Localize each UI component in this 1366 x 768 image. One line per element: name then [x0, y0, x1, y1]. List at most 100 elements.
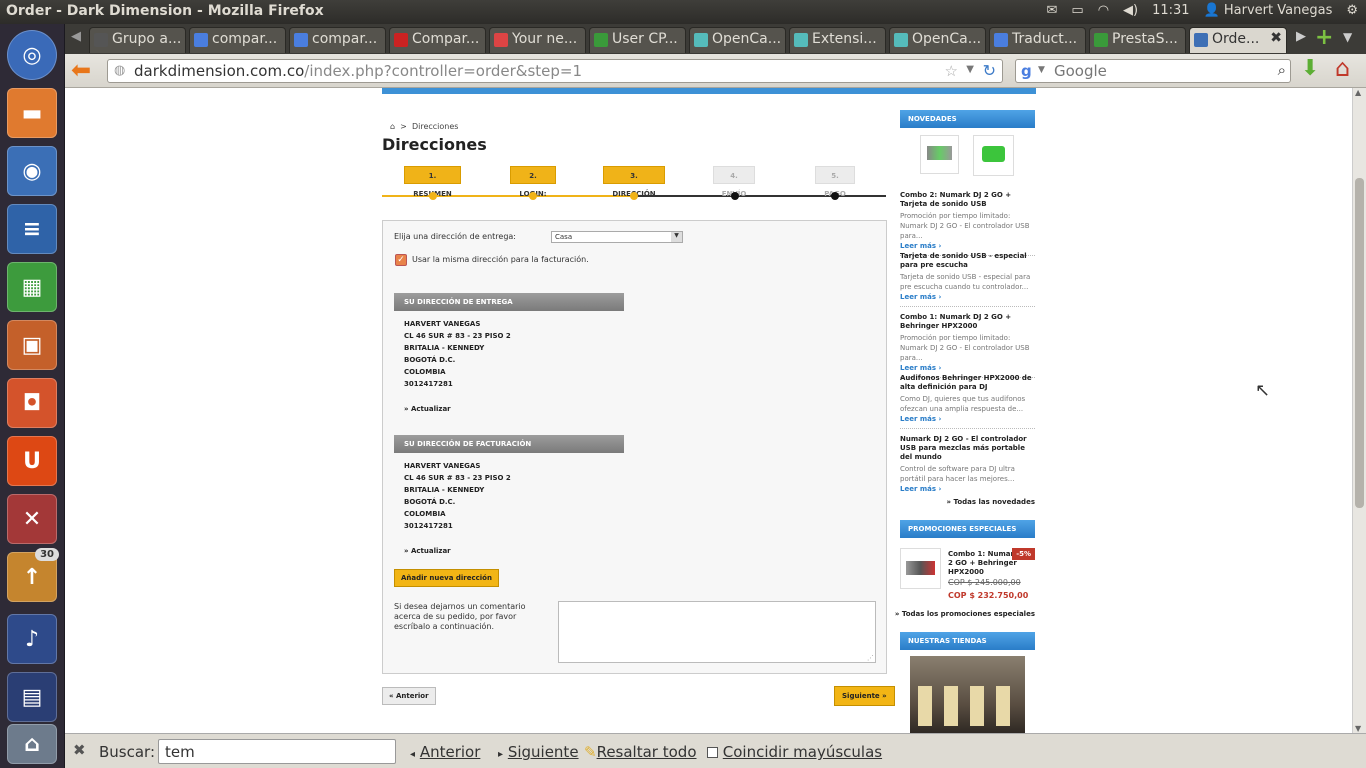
new-product-title[interactable]: Combo 2: Numark DJ 2 GO + Tarjeta de son…	[900, 191, 1035, 209]
match-case-checkbox[interactable]: Coincidir mayúsculas	[707, 743, 882, 761]
battery-icon[interactable]: ▭	[1071, 3, 1083, 18]
tab-10[interactable]: Traduct...	[989, 27, 1086, 53]
writer-icon[interactable]: ≡	[7, 204, 57, 254]
search-bar[interactable]: g ▼ Google ⌕	[1015, 59, 1291, 83]
vertical-scrollbar[interactable]: ▲ ▼	[1352, 88, 1366, 733]
gear-icon[interactable]: ⚙	[1346, 3, 1358, 18]
search-icon[interactable]: ⌕	[1278, 61, 1286, 79]
next-button[interactable]: Siguiente »	[834, 686, 895, 706]
downloads-icon[interactable]: ⬇	[1301, 56, 1319, 81]
step-envio: 4. ENVÍO	[713, 166, 755, 198]
close-findbar-icon[interactable]: ✖	[73, 741, 86, 759]
home-icon[interactable]: ⌂	[390, 122, 395, 131]
close-tab-icon[interactable]: ✖	[1270, 30, 1282, 46]
store-photo[interactable]	[910, 656, 1025, 733]
step-login[interactable]: 2. LOGIN:	[510, 166, 556, 198]
product-image	[927, 146, 952, 160]
update-billing-link[interactable]: » Actualizar	[404, 547, 451, 555]
home-icon[interactable]: ⌂	[1335, 54, 1350, 82]
ubuntu-dash-icon[interactable]: ◎	[7, 30, 57, 80]
darkdimension-icon	[1194, 33, 1208, 47]
new-product-title[interactable]: Tarjeta de sonido USB - especial para pr…	[900, 252, 1035, 270]
store-window	[944, 686, 958, 726]
files-icon[interactable]: ▬	[7, 88, 57, 138]
scroll-down-icon[interactable]: ▼	[1355, 724, 1361, 733]
read-more-link[interactable]: Leer más ›	[900, 415, 1035, 423]
special-offers-heading[interactable]: PROMOCIONES ESPECIALES	[900, 520, 1035, 538]
new-product-title[interactable]: Audifonos Behringer HPX2000 de alta defi…	[900, 374, 1035, 392]
our-stores-heading[interactable]: NUESTRAS TIENDAS	[900, 632, 1035, 650]
ubuntu-one-icon[interactable]: U	[7, 436, 57, 486]
read-more-link[interactable]: Leer más ›	[900, 242, 1035, 250]
all-new-products-link[interactable]: » Todas las novedades	[947, 498, 1035, 506]
product-thumb-2[interactable]	[973, 135, 1014, 176]
tab-9[interactable]: OpenCa...	[889, 27, 986, 53]
product-thumb-1[interactable]	[920, 135, 959, 174]
engine-dropdown-icon[interactable]: ▼	[1038, 65, 1045, 75]
system-settings-icon[interactable]: ✕	[7, 494, 57, 544]
mouse-cursor-icon: ↖	[1255, 380, 1271, 401]
software-center-icon[interactable]: ◘	[7, 378, 57, 428]
step-resumen[interactable]: 1. RESUMEN	[404, 166, 461, 198]
tab-4[interactable]: Compar...	[389, 27, 486, 53]
search-engine-icon[interactable]: g	[1021, 62, 1032, 80]
site-identity-icon[interactable]: ◍	[114, 63, 125, 78]
resize-handle-icon[interactable]: ⋰	[867, 654, 874, 662]
new-products-heading[interactable]: NOVEDADES	[900, 110, 1035, 128]
update-delivery-link[interactable]: » Actualizar	[404, 405, 451, 413]
user-menu[interactable]: 👤 Harvert Vanegas	[1204, 3, 1333, 18]
same-address-checkbox[interactable]: ✓	[395, 254, 407, 266]
read-more-link[interactable]: Leer más ›	[900, 364, 1035, 372]
volume-icon[interactable]: ◀)	[1123, 3, 1138, 18]
scroll-up-icon[interactable]: ▲	[1355, 88, 1361, 97]
tab-6[interactable]: User CP...	[589, 27, 686, 53]
add-address-button[interactable]: Añadir nueva dirección	[394, 569, 499, 587]
tab-5[interactable]: Your ne...	[489, 27, 586, 53]
new-tab-icon[interactable]: +	[1315, 25, 1333, 50]
address-select[interactable]: Casa ▼	[551, 231, 683, 243]
new-product-title[interactable]: Numark DJ 2 GO - El controlador USB para…	[900, 435, 1035, 462]
address-line: HARVERT VANEGAS	[404, 320, 481, 328]
window-title: Order - Dark Dimension - Mozilla Firefox	[6, 3, 324, 19]
calc-icon[interactable]: ▦	[7, 262, 57, 312]
history-dropdown-icon[interactable]: ▼	[966, 64, 974, 75]
scrollbar-thumb[interactable]	[1355, 178, 1364, 508]
wifi-icon[interactable]: ◠	[1098, 3, 1109, 18]
terminal-icon[interactable]: ♪	[7, 614, 57, 664]
read-more-link[interactable]: Leer más ›	[900, 293, 1035, 301]
tab-1[interactable]: Grupo a...	[89, 27, 186, 53]
prev-button[interactable]: « Anterior	[382, 687, 436, 705]
read-more-link[interactable]: Leer más ›	[900, 485, 1035, 493]
find-next-button[interactable]: ▸ Siguiente	[498, 743, 579, 761]
tab-8[interactable]: Extensi...	[789, 27, 886, 53]
trash-icon[interactable]: ⌂	[7, 724, 57, 764]
comment-textarea[interactable]: ⋰	[558, 601, 876, 663]
tab-2[interactable]: compar...	[189, 27, 286, 53]
update-count-badge: 30	[35, 548, 59, 561]
tab-7[interactable]: OpenCa...	[689, 27, 786, 53]
back-arrow-icon[interactable]: ⬅	[71, 56, 91, 84]
generic-page-icon	[94, 33, 108, 47]
tab-list-icon[interactable]: ▼	[1343, 30, 1352, 44]
firefox-icon[interactable]: ◉	[7, 146, 57, 196]
impress-icon[interactable]: ▣	[7, 320, 57, 370]
mail-icon[interactable]: ✉	[1046, 3, 1057, 18]
tab-scroll-left-icon[interactable]: ◀	[71, 29, 81, 44]
bookmark-star-icon[interactable]: ☆	[945, 62, 958, 80]
workspace-switcher-icon[interactable]: ▤	[7, 672, 57, 722]
find-input[interactable]: tem	[158, 739, 396, 764]
reload-icon[interactable]: ↻	[983, 61, 996, 80]
promo-thumb[interactable]	[900, 548, 941, 589]
new-product-title[interactable]: Combo 1: Numark DJ 2 GO + Behringer HPX2…	[900, 313, 1035, 331]
highlight-all-button[interactable]: ✎Resaltar todo	[584, 743, 697, 761]
tab-3[interactable]: compar...	[289, 27, 386, 53]
google-icon	[194, 33, 208, 47]
clock[interactable]: 11:31	[1152, 3, 1189, 18]
update-manager-icon[interactable]: ↑ 30	[7, 548, 59, 602]
tab-scroll-right-icon[interactable]: ▶	[1296, 29, 1306, 44]
url-bar[interactable]: ◍ darkdimension.com.co/index.php?control…	[107, 59, 1003, 83]
all-specials-link[interactable]: » Todas los promociones especiales	[895, 610, 1035, 618]
tab-12-active[interactable]: Orde... ✖	[1189, 27, 1287, 53]
tab-11[interactable]: PrestaS...	[1089, 27, 1186, 53]
find-prev-button[interactable]: ◂ Anterior	[410, 743, 480, 761]
